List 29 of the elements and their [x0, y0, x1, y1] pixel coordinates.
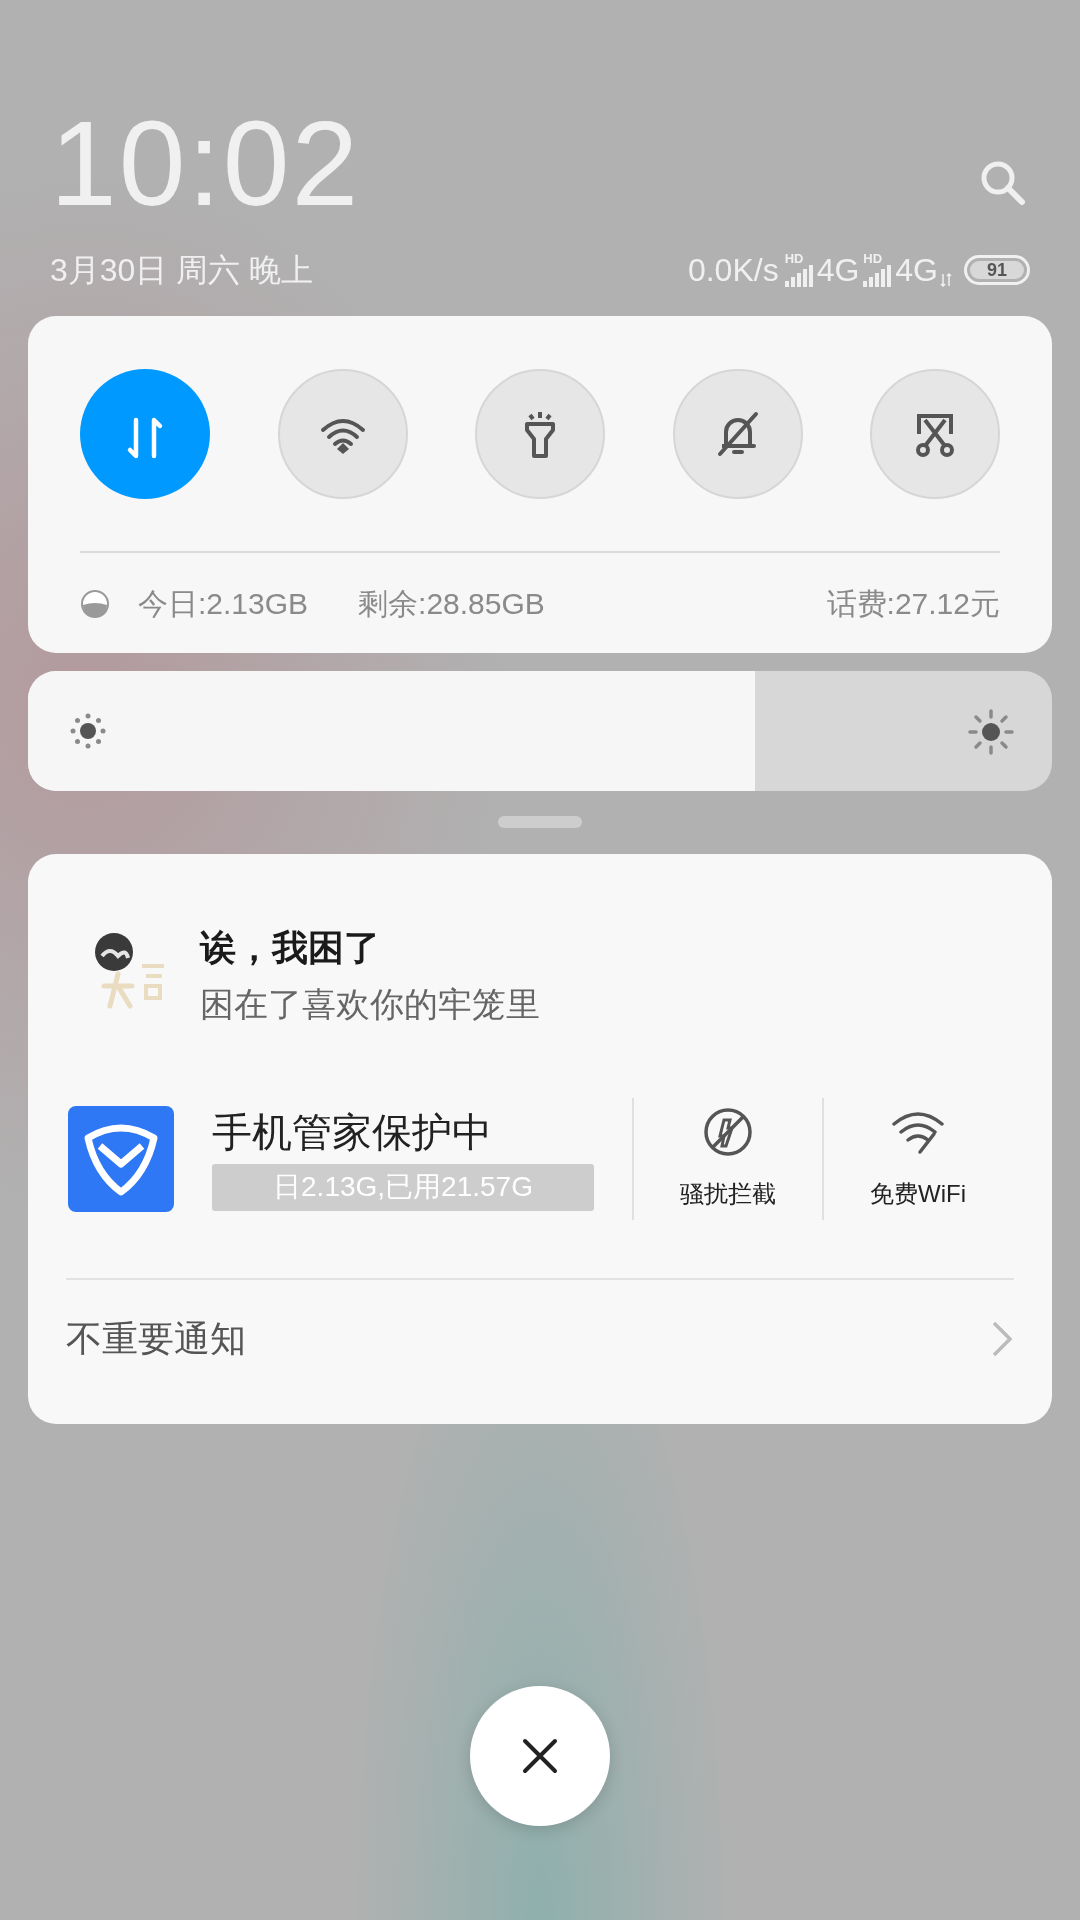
network-type: 4G [895, 253, 938, 287]
phone-balance: 话费:27.12元 [826, 586, 1000, 622]
quick-action[interactable]: 免费WiFi [824, 1106, 1012, 1212]
unimportant-notifications-row[interactable]: 不重要通知 [28, 1280, 1052, 1398]
battery-indicator: 91 [964, 255, 1030, 285]
guard-title: 手机管家保护中 [212, 1108, 493, 1156]
high-brightness-icon [968, 709, 1014, 755]
remaining-data: 剩余:28.85GB [358, 586, 545, 622]
close-icon [522, 1738, 558, 1774]
chevron-right-icon [990, 1319, 1014, 1359]
hd-label: HD [784, 253, 804, 265]
clock-time: 10:02 [50, 108, 361, 218]
network-speed: 0.0K/s [687, 251, 779, 290]
signal-icon [784, 265, 813, 287]
hd-label: HD [863, 253, 883, 265]
notification-title: 诶，我困了 [200, 926, 381, 970]
brightness-slider[interactable] [28, 671, 1052, 791]
drag-handle[interactable] [498, 816, 582, 828]
quick-action[interactable]: 骚扰拦截 [634, 1106, 822, 1212]
notification-item[interactable]: 诶，我困了 困在了喜欢你的牢笼里 [28, 854, 1052, 1028]
date-text: 3月30日 周六 晚上 [50, 251, 315, 290]
today-usage: 今日:2.13GB [138, 586, 309, 622]
network-type: 4G [816, 253, 860, 287]
notification-text: 困在了喜欢你的牢笼里 [200, 984, 540, 1025]
signal-icon [863, 265, 892, 287]
row-label: 不重要通知 [66, 1317, 246, 1361]
data-gauge-icon [80, 588, 110, 619]
low-brightness-icon [70, 713, 106, 749]
shield-app-icon[interactable] [68, 1106, 174, 1212]
